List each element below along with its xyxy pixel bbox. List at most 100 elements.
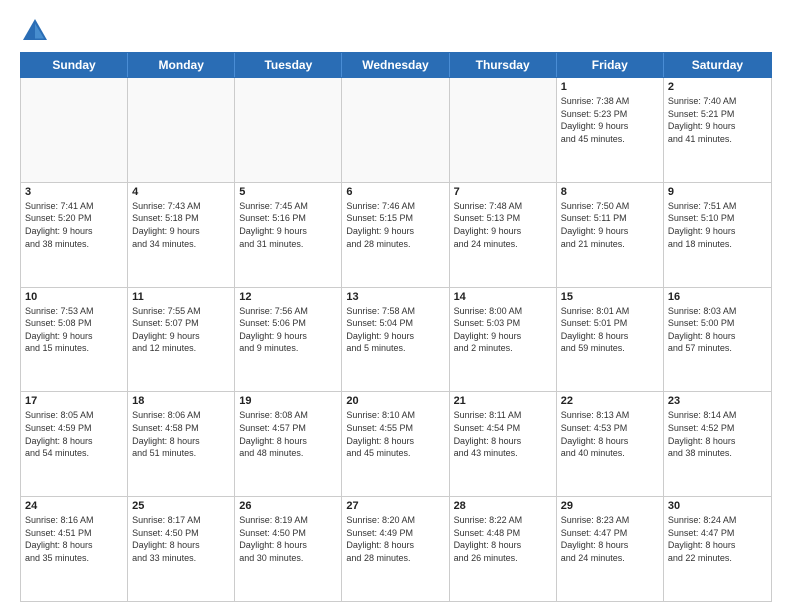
cal-cell-day-6: 6 Sunrise: 7:46 AM Sunset: 5:15 PM Daylig… [342, 183, 449, 287]
cal-cell-day-29: 29Sunrise: 8:23 AM Sunset: 4:47 PM Dayli… [557, 497, 664, 601]
header-day-sunday: Sunday [21, 53, 128, 77]
day-number: 12 [239, 291, 337, 303]
cal-cell-empty [342, 78, 449, 182]
cal-cell-day-5: 5 Sunrise: 7:45 AM Sunset: 5:16 PM Daylig… [235, 183, 342, 287]
header-day-wednesday: Wednesday [342, 53, 449, 77]
day-info: Sunrise: 8:06 AM Sunset: 4:58 PM Dayligh… [132, 409, 230, 459]
day-number: 13 [346, 291, 444, 303]
day-number: 5 [239, 186, 337, 198]
day-info: Sunrise: 7:56 AM Sunset: 5:06 PM Dayligh… [239, 305, 337, 355]
cal-cell-day-12: 12 Sunrise: 7:56 AM Sunset: 5:06 PM Dayli… [235, 288, 342, 392]
day-info: Sunrise: 7:48 AM Sunset: 5:13 PM Dayligh… [454, 200, 552, 250]
calendar-header: SundayMondayTuesdayWednesdayThursdayFrid… [20, 52, 772, 78]
logo-icon [20, 16, 50, 46]
day-info: Sunrise: 7:51 AM Sunset: 5:10 PM Dayligh… [668, 200, 767, 250]
cal-cell-day-16: 16 Sunrise: 8:03 AM Sunset: 5:00 PM Dayli… [664, 288, 771, 392]
day-info: Sunrise: 8:22 AM Sunset: 4:48 PM Dayligh… [454, 514, 552, 564]
header-day-thursday: Thursday [450, 53, 557, 77]
day-number: 25 [132, 500, 230, 512]
calendar-row-3: 17 Sunrise: 8:05 AM Sunset: 4:59 PM Dayli… [21, 392, 771, 497]
cal-cell-day-30: 30 Sunrise: 8:24 AM Sunset: 4:47 PM Dayli… [664, 497, 771, 601]
cal-cell-day-18: 18Sunrise: 8:06 AM Sunset: 4:58 PM Dayli… [128, 392, 235, 496]
day-info: Sunrise: 7:58 AM Sunset: 5:04 PM Dayligh… [346, 305, 444, 355]
day-info: Sunrise: 8:05 AM Sunset: 4:59 PM Dayligh… [25, 409, 123, 459]
logo [20, 16, 54, 46]
page: SundayMondayTuesdayWednesdayThursdayFrid… [0, 0, 792, 612]
day-number: 2 [668, 81, 767, 93]
cal-cell-day-2: 2 Sunrise: 7:40 AM Sunset: 5:21 PM Daylig… [664, 78, 771, 182]
calendar-row-4: 24Sunrise: 8:16 AM Sunset: 4:51 PM Dayli… [21, 497, 771, 601]
day-info: Sunrise: 8:11 AM Sunset: 4:54 PM Dayligh… [454, 409, 552, 459]
cal-cell-day-24: 24Sunrise: 8:16 AM Sunset: 4:51 PM Dayli… [21, 497, 128, 601]
day-info: Sunrise: 8:19 AM Sunset: 4:50 PM Dayligh… [239, 514, 337, 564]
cal-cell-empty [235, 78, 342, 182]
day-number: 22 [561, 395, 659, 407]
day-number: 16 [668, 291, 767, 303]
day-number: 23 [668, 395, 767, 407]
cal-cell-empty [21, 78, 128, 182]
cal-cell-day-28: 28Sunrise: 8:22 AM Sunset: 4:48 PM Dayli… [450, 497, 557, 601]
day-info: Sunrise: 7:41 AM Sunset: 5:20 PM Dayligh… [25, 200, 123, 250]
day-number: 9 [668, 186, 767, 198]
cal-cell-day-7: 7 Sunrise: 7:48 AM Sunset: 5:13 PM Daylig… [450, 183, 557, 287]
cal-cell-day-19: 19Sunrise: 8:08 AM Sunset: 4:57 PM Dayli… [235, 392, 342, 496]
cal-cell-day-25: 25Sunrise: 8:17 AM Sunset: 4:50 PM Dayli… [128, 497, 235, 601]
day-number: 30 [668, 500, 767, 512]
day-number: 19 [239, 395, 337, 407]
cal-cell-day-22: 22 Sunrise: 8:13 AM Sunset: 4:53 PM Dayli… [557, 392, 664, 496]
day-info: Sunrise: 7:53 AM Sunset: 5:08 PM Dayligh… [25, 305, 123, 355]
day-info: Sunrise: 7:55 AM Sunset: 5:07 PM Dayligh… [132, 305, 230, 355]
cal-cell-day-21: 21 Sunrise: 8:11 AM Sunset: 4:54 PM Dayli… [450, 392, 557, 496]
calendar-row-2: 10 Sunrise: 7:53 AM Sunset: 5:08 PM Dayli… [21, 288, 771, 393]
day-number: 10 [25, 291, 123, 303]
day-number: 21 [454, 395, 552, 407]
day-number: 8 [561, 186, 659, 198]
day-number: 27 [346, 500, 444, 512]
cal-cell-day-4: 4 Sunrise: 7:43 AM Sunset: 5:18 PM Daylig… [128, 183, 235, 287]
day-info: Sunrise: 8:01 AM Sunset: 5:01 PM Dayligh… [561, 305, 659, 355]
cal-cell-day-10: 10 Sunrise: 7:53 AM Sunset: 5:08 PM Dayli… [21, 288, 128, 392]
day-info: Sunrise: 7:50 AM Sunset: 5:11 PM Dayligh… [561, 200, 659, 250]
day-info: Sunrise: 8:20 AM Sunset: 4:49 PM Dayligh… [346, 514, 444, 564]
day-number: 29 [561, 500, 659, 512]
day-info: Sunrise: 8:14 AM Sunset: 4:52 PM Dayligh… [668, 409, 767, 459]
header-day-monday: Monday [128, 53, 235, 77]
day-info: Sunrise: 8:13 AM Sunset: 4:53 PM Dayligh… [561, 409, 659, 459]
day-number: 17 [25, 395, 123, 407]
cal-cell-day-27: 27 Sunrise: 8:20 AM Sunset: 4:49 PM Dayli… [342, 497, 449, 601]
cal-cell-day-26: 26 Sunrise: 8:19 AM Sunset: 4:50 PM Dayli… [235, 497, 342, 601]
header [20, 16, 772, 46]
day-number: 26 [239, 500, 337, 512]
day-info: Sunrise: 7:46 AM Sunset: 5:15 PM Dayligh… [346, 200, 444, 250]
cal-cell-day-20: 20Sunrise: 8:10 AM Sunset: 4:55 PM Dayli… [342, 392, 449, 496]
day-info: Sunrise: 7:40 AM Sunset: 5:21 PM Dayligh… [668, 95, 767, 145]
header-day-friday: Friday [557, 53, 664, 77]
cal-cell-day-3: 3 Sunrise: 7:41 AM Sunset: 5:20 PM Daylig… [21, 183, 128, 287]
day-number: 7 [454, 186, 552, 198]
day-info: Sunrise: 7:43 AM Sunset: 5:18 PM Dayligh… [132, 200, 230, 250]
cal-cell-day-9: 9 Sunrise: 7:51 AM Sunset: 5:10 PM Daylig… [664, 183, 771, 287]
calendar-body: 1 Sunrise: 7:38 AM Sunset: 5:23 PM Daylig… [20, 78, 772, 602]
day-info: Sunrise: 7:38 AM Sunset: 5:23 PM Dayligh… [561, 95, 659, 145]
cal-cell-day-14: 14Sunrise: 8:00 AM Sunset: 5:03 PM Dayli… [450, 288, 557, 392]
cal-cell-day-8: 8 Sunrise: 7:50 AM Sunset: 5:11 PM Daylig… [557, 183, 664, 287]
cal-cell-day-11: 11Sunrise: 7:55 AM Sunset: 5:07 PM Dayli… [128, 288, 235, 392]
day-number: 4 [132, 186, 230, 198]
day-info: Sunrise: 8:24 AM Sunset: 4:47 PM Dayligh… [668, 514, 767, 564]
calendar-row-0: 1 Sunrise: 7:38 AM Sunset: 5:23 PM Daylig… [21, 78, 771, 183]
cal-cell-empty [128, 78, 235, 182]
header-day-tuesday: Tuesday [235, 53, 342, 77]
cal-cell-day-13: 13 Sunrise: 7:58 AM Sunset: 5:04 PM Dayli… [342, 288, 449, 392]
day-info: Sunrise: 7:45 AM Sunset: 5:16 PM Dayligh… [239, 200, 337, 250]
day-info: Sunrise: 8:10 AM Sunset: 4:55 PM Dayligh… [346, 409, 444, 459]
cal-cell-day-17: 17 Sunrise: 8:05 AM Sunset: 4:59 PM Dayli… [21, 392, 128, 496]
day-number: 1 [561, 81, 659, 93]
cal-cell-day-23: 23 Sunrise: 8:14 AM Sunset: 4:52 PM Dayli… [664, 392, 771, 496]
calendar: SundayMondayTuesdayWednesdayThursdayFrid… [20, 52, 772, 602]
day-number: 3 [25, 186, 123, 198]
day-info: Sunrise: 8:00 AM Sunset: 5:03 PM Dayligh… [454, 305, 552, 355]
cal-cell-day-1: 1 Sunrise: 7:38 AM Sunset: 5:23 PM Daylig… [557, 78, 664, 182]
day-info: Sunrise: 8:03 AM Sunset: 5:00 PM Dayligh… [668, 305, 767, 355]
day-number: 6 [346, 186, 444, 198]
day-info: Sunrise: 8:16 AM Sunset: 4:51 PM Dayligh… [25, 514, 123, 564]
